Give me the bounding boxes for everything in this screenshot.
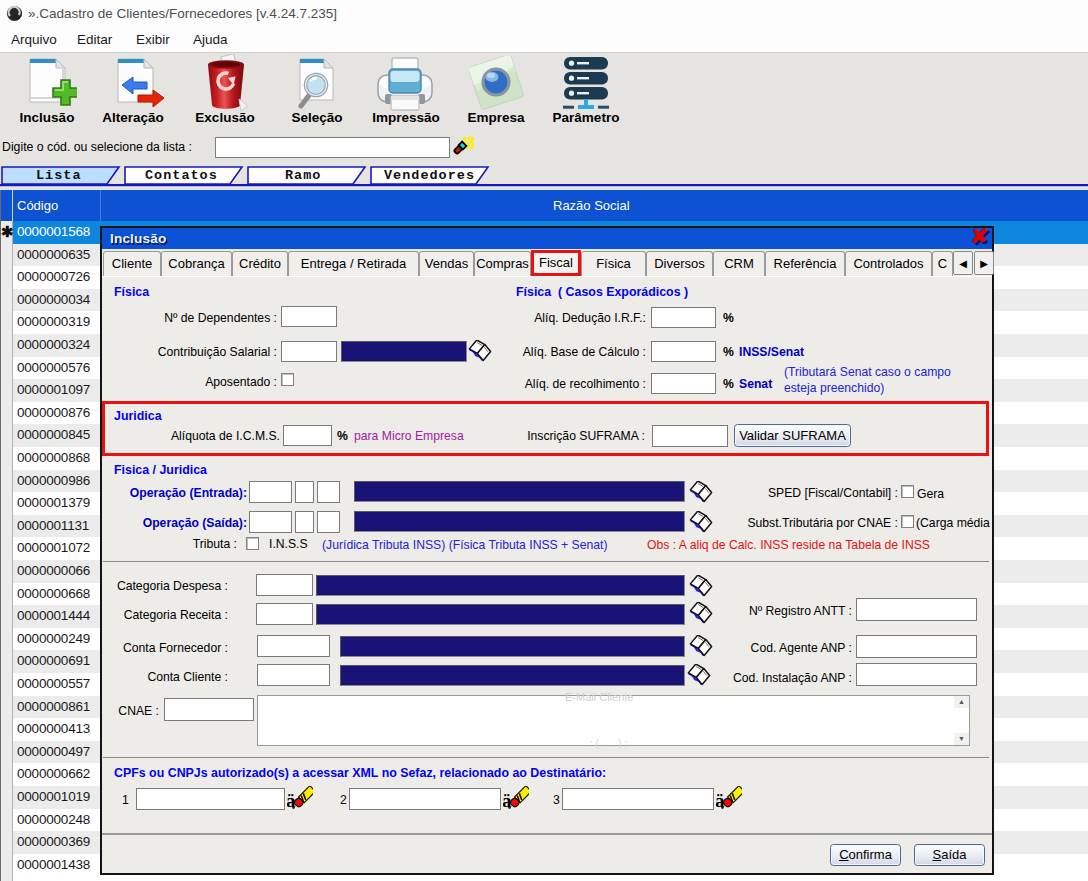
- svg-text:ä: ä: [503, 790, 512, 810]
- svg-text:ä: ä: [716, 790, 725, 810]
- svg-text:ä: ä: [287, 790, 296, 810]
